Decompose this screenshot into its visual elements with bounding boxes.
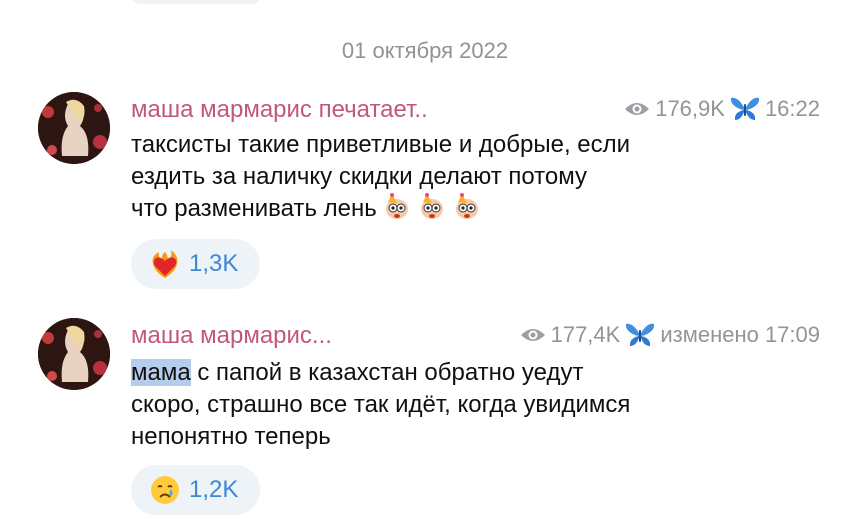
author-avatar[interactable] — [38, 318, 110, 390]
reaction-count: 1,2K — [189, 476, 239, 503]
party-face-sticker-icon — [455, 193, 478, 219]
views-count: 177,4K — [550, 322, 621, 347]
selected-word: мама — [131, 359, 191, 386]
reaction-count: 1,3K — [189, 250, 239, 277]
text-line: непонятно теперь — [131, 423, 331, 450]
heart-on-fire-icon — [152, 250, 178, 278]
author-name[interactable]: маша мармарис печатает.. — [131, 96, 428, 124]
text-line: скоро, страшно все так идёт, когда увиди… — [131, 391, 631, 418]
edited-time: изменено 17:09 — [660, 322, 820, 347]
author-name[interactable]: маша мармарис... — [131, 322, 332, 350]
previous-reaction-pill[interactable] — [130, 0, 262, 4]
crying-face-icon — [151, 476, 179, 504]
butterfly-icon — [730, 97, 760, 120]
butterfly-icon — [626, 323, 655, 346]
message-meta: 176,9K 16:22 — [624, 96, 820, 122]
party-face-sticker-icon — [421, 193, 444, 219]
message-text: мама с папой в казахстан обратно уедут с… — [131, 357, 751, 453]
party-face-sticker-icon — [386, 193, 409, 219]
message-time: 16:22 — [764, 96, 820, 121]
message-meta: 177,4K изменено 17:09 — [520, 322, 820, 348]
date-separator: 01 октября 2022 — [341, 38, 509, 63]
text-line: ездить за наличку скидки делают потому — [131, 163, 588, 190]
eye-icon — [520, 329, 545, 341]
eye-icon — [625, 103, 650, 115]
text-line: таксисты такие приветливые и добрые, есл… — [131, 131, 631, 158]
reaction-button[interactable]: 1,2K — [131, 465, 261, 515]
text-line: мама с папой в казахстан обратно уедут — [131, 359, 584, 386]
reaction-button[interactable]: 1,3K — [131, 239, 261, 289]
message-text: таксисты такие приветливые и добрые, есл… — [131, 129, 751, 225]
text-line: что разменивать лень — [131, 193, 751, 225]
views-count: 176,9K — [655, 96, 725, 121]
author-avatar[interactable] — [38, 92, 110, 164]
